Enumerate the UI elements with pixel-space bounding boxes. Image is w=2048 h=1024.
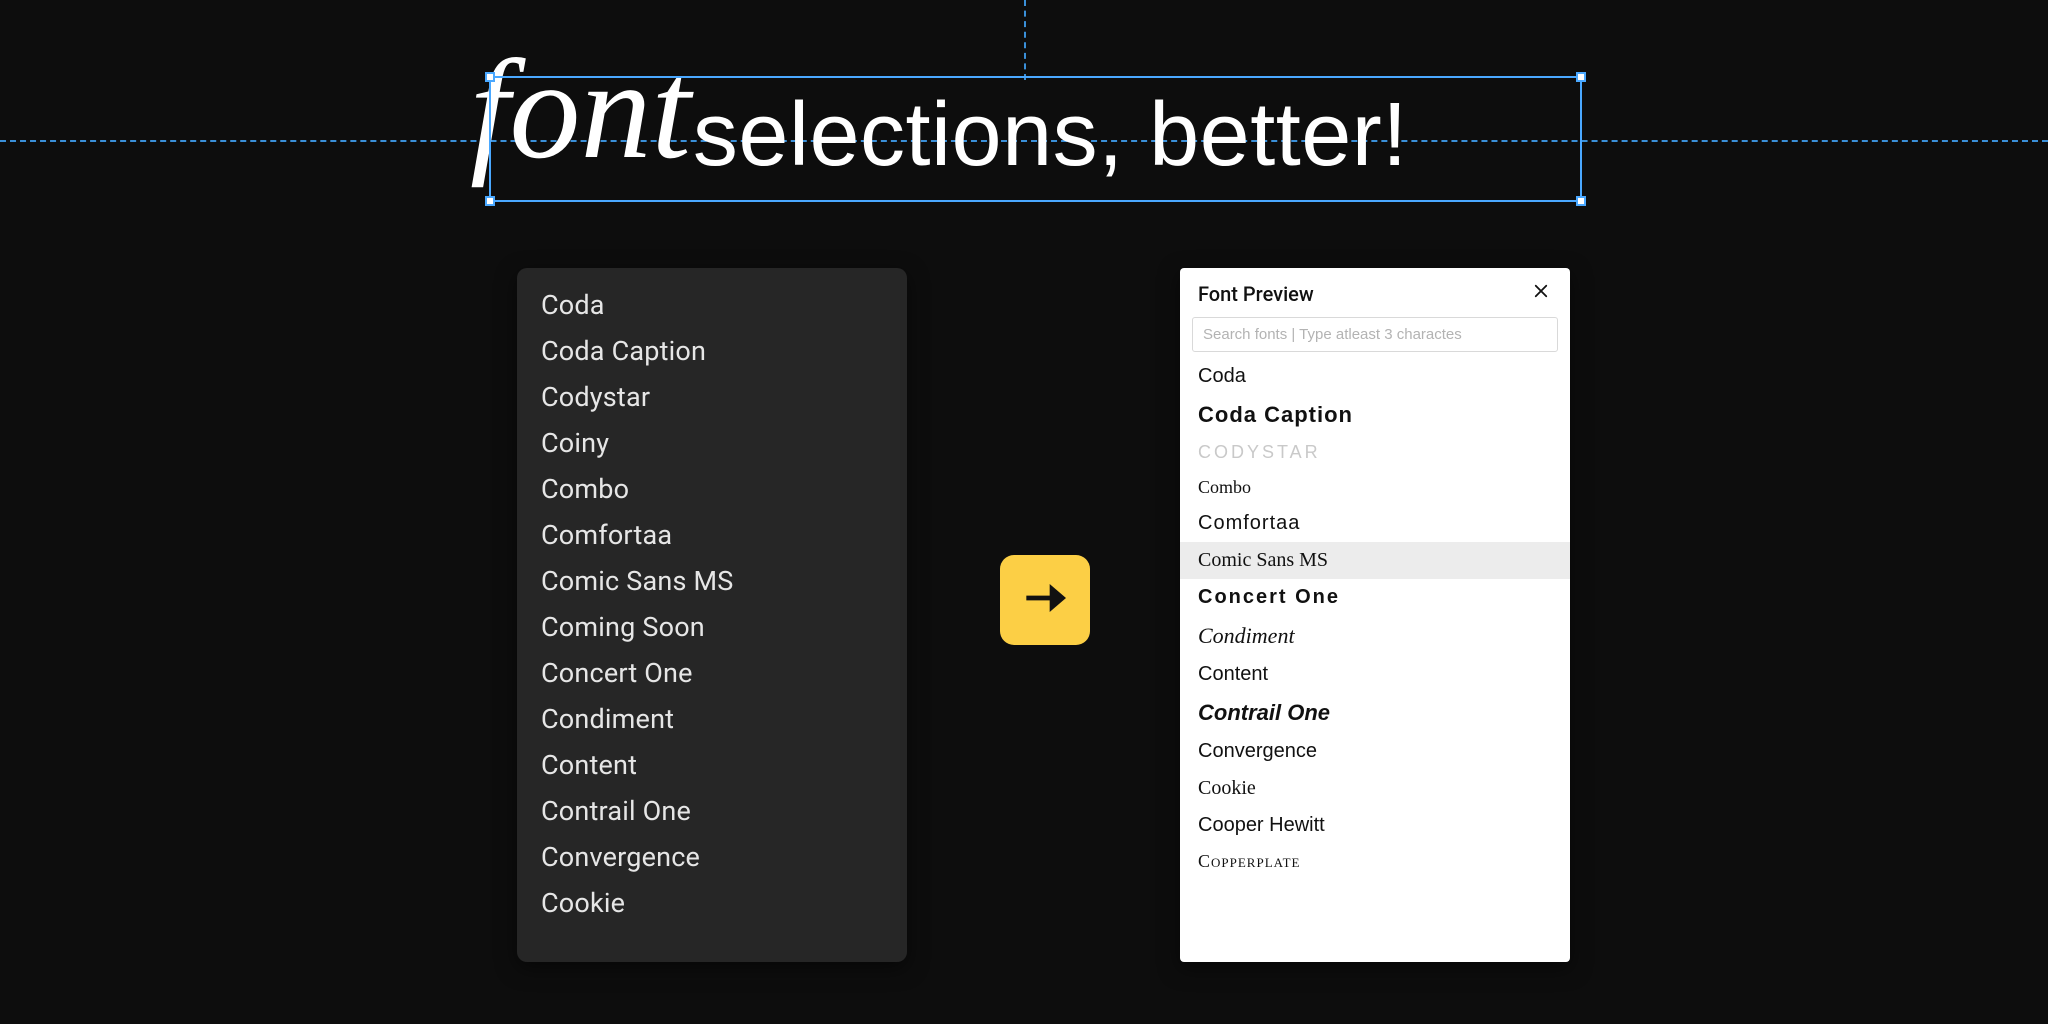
font-list-item[interactable]: Coiny [517, 420, 907, 466]
resize-handle-br[interactable] [1576, 196, 1586, 206]
font-preview-panel: Font Preview CodaCoda CaptionCODYSTARCom… [1180, 268, 1570, 962]
resize-handle-tl[interactable] [485, 72, 495, 82]
font-preview-item[interactable]: CODYSTAR [1180, 435, 1570, 470]
arrow-badge [1000, 555, 1090, 645]
guide-vertical [1024, 0, 1026, 80]
font-list-item[interactable]: Combo [517, 466, 907, 512]
font-preview-header: Font Preview [1180, 268, 1570, 317]
font-preview-item[interactable]: Cookie [1180, 770, 1570, 807]
font-preview-item[interactable]: Combo [1180, 470, 1570, 505]
font-preview-item[interactable]: Contrail One [1180, 693, 1570, 733]
font-search-wrap [1180, 317, 1570, 358]
font-list-item[interactable]: Coda [517, 282, 907, 328]
font-preview-item[interactable]: Convergence [1180, 733, 1570, 770]
font-list-item[interactable]: Concert One [517, 650, 907, 696]
font-list-item[interactable]: Cookie [517, 880, 907, 926]
font-search-input[interactable] [1192, 317, 1558, 352]
resize-handle-bl[interactable] [485, 196, 495, 206]
resize-handle-tr[interactable] [1576, 72, 1586, 82]
font-list-item[interactable]: Comfortaa [517, 512, 907, 558]
font-preview-item[interactable]: Comfortaa [1180, 505, 1570, 542]
font-list-item[interactable]: Codystar [517, 374, 907, 420]
font-preview-item[interactable]: Copperplate [1180, 844, 1570, 879]
font-list-item[interactable]: Contrail One [517, 788, 907, 834]
font-preview-item[interactable]: Coda [1180, 358, 1570, 395]
font-preview-item[interactable]: Coda Caption [1180, 395, 1570, 435]
font-preview-item[interactable]: Cooper Hewitt [1180, 807, 1570, 844]
font-list-dark-panel: CodaCoda CaptionCodystarCoinyComboComfor… [517, 268, 907, 962]
close-icon[interactable] [1530, 280, 1552, 307]
font-preview-item[interactable]: Condiment [1180, 616, 1570, 656]
font-list-item[interactable]: Coda Caption [517, 328, 907, 374]
font-preview-item[interactable]: Content [1180, 656, 1570, 693]
arrow-right-icon [1017, 570, 1073, 630]
font-preview-item[interactable]: Comic Sans MS [1180, 542, 1570, 579]
font-list-item[interactable]: Comic Sans MS [517, 558, 907, 604]
font-list-item[interactable]: Coming Soon [517, 604, 907, 650]
font-preview-title: Font Preview [1198, 282, 1314, 306]
font-preview-list: CodaCoda CaptionCODYSTARComboComfortaaCo… [1180, 358, 1570, 962]
font-list-item[interactable]: Convergence [517, 834, 907, 880]
font-list-item[interactable]: Content [517, 742, 907, 788]
selection-frame[interactable] [489, 76, 1582, 202]
font-list-item[interactable]: Condiment [517, 696, 907, 742]
font-preview-item[interactable]: Concert One [1180, 579, 1570, 616]
